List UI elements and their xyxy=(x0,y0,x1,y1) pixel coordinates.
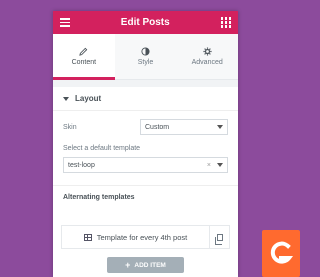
section-title: Layout xyxy=(75,94,102,103)
skin-control: Skin Custom xyxy=(53,119,238,135)
divider xyxy=(53,185,238,186)
tab-content[interactable]: Content xyxy=(53,34,115,80)
panel-tabs: Content Style Advanced xyxy=(53,34,238,80)
layout-section-toggle[interactable]: Layout xyxy=(53,87,238,111)
menu-icon[interactable] xyxy=(60,16,70,29)
chevron-down-icon xyxy=(217,125,223,129)
tab-content-label: Content xyxy=(71,59,97,66)
panel-title: Edit Posts xyxy=(120,17,170,28)
widgets-grid-icon[interactable] xyxy=(220,17,231,28)
skin-value: Custom xyxy=(145,123,170,131)
template-select[interactable]: test-loop × xyxy=(63,157,228,173)
logo-g-icon xyxy=(270,241,294,263)
section-gap xyxy=(53,80,238,87)
caret-down-icon xyxy=(63,96,69,101)
clear-icon[interactable]: × xyxy=(207,162,211,169)
tab-style-label: Style xyxy=(137,59,154,66)
contrast-icon xyxy=(141,47,150,56)
repeater-item-title[interactable]: Template for every 4th post xyxy=(62,226,209,248)
skin-select[interactable]: Custom xyxy=(140,119,228,135)
alternating-heading: Alternating templates xyxy=(63,194,135,201)
pencil-icon xyxy=(79,47,88,56)
tab-advanced-label: Advanced xyxy=(191,59,223,66)
tab-style[interactable]: Style xyxy=(114,34,177,79)
editor-panel: Edit Posts Content Style Advanced Layout… xyxy=(53,11,238,277)
add-item-label: ADD ITEM xyxy=(134,261,166,269)
panel-header: Edit Posts xyxy=(53,11,238,34)
chevron-down-icon xyxy=(217,163,223,167)
duplicate-button[interactable] xyxy=(209,226,229,248)
repeater-item[interactable]: Template for every 4th post xyxy=(61,225,230,249)
repeater-item-label: Template for every 4th post xyxy=(96,232,188,242)
skin-label: Skin xyxy=(63,123,77,131)
template-label: Select a default template xyxy=(63,145,141,152)
plus-icon: + xyxy=(125,259,131,270)
brand-logo xyxy=(262,230,300,277)
table-icon xyxy=(83,233,92,241)
add-item-button[interactable]: + ADD ITEM xyxy=(107,257,184,273)
tab-advanced[interactable]: Advanced xyxy=(176,34,238,79)
gear-icon xyxy=(203,47,212,56)
template-value: test-loop xyxy=(68,161,95,169)
copy-icon xyxy=(214,233,223,245)
